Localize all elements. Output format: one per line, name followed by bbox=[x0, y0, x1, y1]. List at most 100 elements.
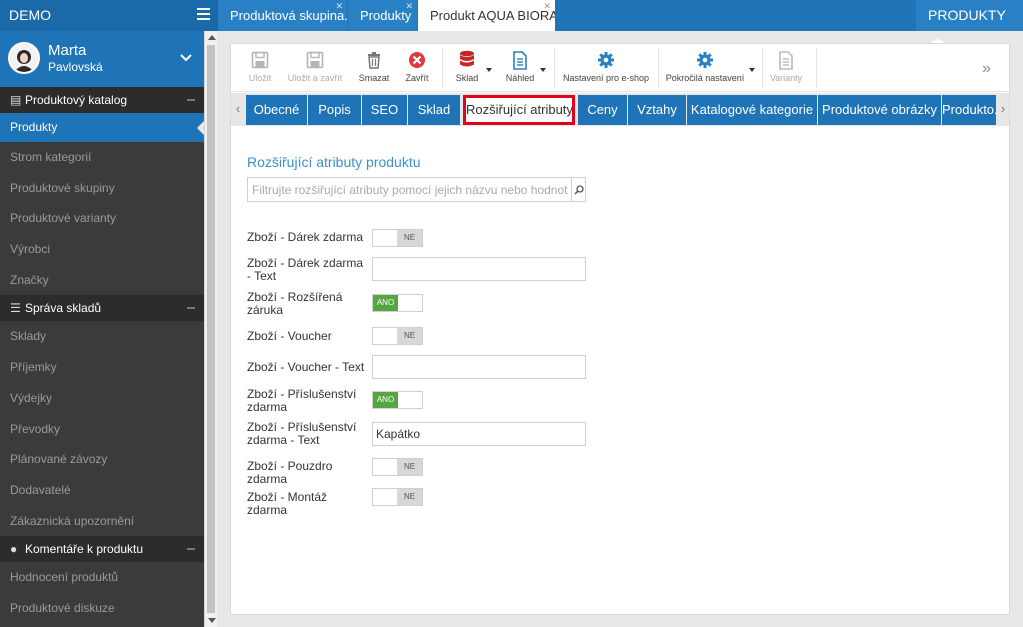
eshop-settings-label: Nastavení pro e-shop bbox=[562, 73, 650, 83]
sidebar-item-planned-deliveries[interactable]: Plánované závozy bbox=[0, 444, 204, 475]
collapse-icon[interactable] bbox=[187, 307, 195, 310]
attr-input-voucher-text bbox=[372, 355, 586, 379]
save-button[interactable]: Uložit bbox=[243, 50, 277, 83]
stock-label: Sklad bbox=[455, 73, 479, 83]
floppy-disk-icon bbox=[285, 50, 345, 70]
sidebar-item-dispatches[interactable]: Výdejky bbox=[0, 383, 204, 414]
section-title: Komentáře k produktu bbox=[25, 542, 144, 557]
sidebar-item-category-tree[interactable]: Strom kategorií bbox=[0, 142, 204, 173]
attr-label-voucher-text: Zboží - Voucher - Text bbox=[247, 360, 365, 374]
attribute-filter bbox=[247, 177, 586, 202]
tab-extended-attributes[interactable]: Rozšiřující atributy bbox=[463, 95, 575, 125]
collapse-icon[interactable] bbox=[187, 99, 195, 101]
tab-catalog-categories[interactable]: Katalogové kategorie bbox=[687, 95, 817, 125]
tab-stock[interactable]: Sklad bbox=[408, 95, 460, 125]
delete-button[interactable]: Smazat bbox=[357, 50, 391, 83]
top-bar: DEMO Produktová skupina... ✕ Produkty ✕ … bbox=[0, 0, 1023, 53]
tab-general[interactable]: Obecné bbox=[246, 95, 307, 125]
attr-toggle-free-installation[interactable]: NE bbox=[372, 488, 423, 506]
chevron-down-icon[interactable] bbox=[180, 51, 192, 65]
save-and-close-button[interactable]: Uložit a zavřít bbox=[285, 50, 345, 83]
user-first-name: Marta bbox=[48, 42, 87, 59]
attr-input-free-accessory-text bbox=[372, 422, 586, 446]
tab-relations[interactable]: Vztahy bbox=[628, 95, 686, 125]
chevron-left-icon[interactable]: ‹ bbox=[231, 93, 245, 126]
window-tab-product-group[interactable]: Produktová skupina... ✕ bbox=[218, 0, 347, 31]
eshop-settings-button[interactable]: Nastavení pro e-shop bbox=[561, 50, 651, 83]
window-tab-products[interactable]: Produkty ✕ bbox=[348, 0, 417, 31]
tab-more[interactable]: Produkto... bbox=[942, 95, 996, 125]
attr-label-free-accessory-text: Zboží - Příslušenství zdarma - Text bbox=[247, 420, 357, 447]
window-tab-product-detail[interactable]: Produkt AQUA BIORA... ✕ bbox=[418, 0, 555, 31]
free-accessory-text-field[interactable] bbox=[373, 423, 583, 445]
attribute-filter-input[interactable] bbox=[248, 178, 568, 201]
sidebar-item-manufacturers[interactable]: Výrobci bbox=[0, 234, 204, 265]
voucher-text-field[interactable] bbox=[373, 356, 583, 378]
products-module-label: PRODUKTY bbox=[928, 7, 1006, 23]
attr-toggle-free-case[interactable]: NE bbox=[372, 458, 423, 476]
chevron-right-icon[interactable]: › bbox=[996, 93, 1010, 126]
section-product-comments[interactable]: ● Komentáře k produktu bbox=[0, 536, 204, 563]
sidebar-item-product-groups[interactable]: Produktové skupiny bbox=[0, 173, 204, 204]
save-label: Uložit bbox=[248, 73, 272, 83]
comment-icon: ● bbox=[10, 542, 18, 557]
sidebar-item-receipts[interactable]: Příjemky bbox=[0, 352, 204, 383]
sidebar-item-product-variants[interactable]: Produktové varianty bbox=[0, 203, 204, 234]
preview-dropdown[interactable]: Náhled bbox=[503, 50, 546, 83]
section-product-catalog[interactable]: ▤ Produktový katalog bbox=[0, 87, 204, 113]
close-button[interactable]: Zavřít bbox=[401, 50, 433, 83]
document-icon bbox=[768, 50, 804, 70]
avatar bbox=[8, 42, 40, 74]
scroll-down-icon[interactable] bbox=[208, 618, 216, 623]
scroll-up-icon[interactable] bbox=[208, 35, 216, 40]
section-warehouse-management[interactable]: ☰ Správa skladů bbox=[0, 295, 204, 322]
sidebar-item-brands[interactable]: Značky bbox=[0, 265, 204, 296]
sidebar-item-suppliers[interactable]: Dodavatelé bbox=[0, 475, 204, 506]
advanced-settings-dropdown[interactable]: Pokročilá nastavení bbox=[664, 50, 755, 83]
sidebar-item-transfers[interactable]: Převodky bbox=[0, 414, 204, 445]
sidebar-item-products[interactable]: Produkty bbox=[0, 113, 204, 142]
close-label: Zavřít bbox=[405, 73, 429, 83]
hamburger-menu-icon[interactable] bbox=[197, 8, 210, 20]
window-tab-label: Produkty bbox=[360, 8, 412, 23]
sidebar-item-customer-notifications[interactable]: Zákaznická upozornění bbox=[0, 506, 204, 537]
attr-toggle-free-accessory[interactable]: ANO bbox=[372, 391, 423, 409]
toolbar-separator bbox=[554, 48, 555, 88]
tab-product-images[interactable]: Produktové obrázky bbox=[818, 95, 941, 125]
stock-dropdown[interactable]: Sklad bbox=[451, 50, 492, 83]
attr-toggle-extended-warranty[interactable]: ANO bbox=[372, 294, 423, 312]
floppy-disk-icon bbox=[243, 50, 277, 70]
collapse-icon[interactable] bbox=[187, 548, 195, 551]
attr-toggle-voucher[interactable]: NE bbox=[372, 327, 423, 345]
gift-text-field[interactable] bbox=[373, 258, 583, 280]
close-icon[interactable]: ✕ bbox=[335, 0, 343, 22]
tab-description[interactable]: Popis bbox=[308, 95, 361, 125]
toggle-state: NE bbox=[397, 230, 422, 246]
toggle-state: ANO bbox=[373, 392, 398, 408]
attr-label-extended-warranty: Zboží - Rozšířená záruka bbox=[247, 290, 343, 317]
section-title: Rozšiřující atributy produktu bbox=[247, 154, 421, 170]
caret-down-icon bbox=[540, 68, 546, 72]
search-icon[interactable] bbox=[571, 178, 585, 201]
sidebar-item-product-discussions[interactable]: Produktové diskuze bbox=[0, 593, 204, 624]
close-icon[interactable]: ✕ bbox=[543, 0, 551, 22]
tab-prices[interactable]: Ceny bbox=[578, 95, 627, 125]
tab-seo[interactable]: SEO bbox=[362, 95, 407, 125]
trash-icon bbox=[357, 50, 391, 70]
attr-toggle-gift[interactable]: NE bbox=[372, 229, 423, 247]
sidebar-item-warehouses[interactable]: Sklady bbox=[0, 321, 204, 352]
toggle-state: NE bbox=[397, 328, 422, 344]
sidebar-item-product-reviews[interactable]: Hodnocení produktů bbox=[0, 562, 204, 593]
user-panel[interactable]: Marta Pavlovská bbox=[0, 31, 204, 87]
advanced-settings-label: Pokročilá nastavení bbox=[665, 73, 745, 83]
products-module-button[interactable]: PRODUKTY bbox=[916, 0, 1023, 53]
double-chevron-right-icon[interactable]: » bbox=[982, 60, 991, 78]
close-icon[interactable]: ✕ bbox=[405, 0, 413, 22]
variants-button[interactable]: Varianty bbox=[768, 50, 804, 83]
window-tab-label: Produkt AQUA BIORA... bbox=[430, 8, 555, 23]
variants-label: Varianty bbox=[769, 73, 803, 83]
brand-name: DEMO bbox=[9, 7, 51, 23]
toggle-state: NE bbox=[397, 489, 422, 505]
sidebar-scrollbar[interactable] bbox=[204, 31, 217, 627]
scrollbar-thumb[interactable] bbox=[207, 45, 215, 613]
